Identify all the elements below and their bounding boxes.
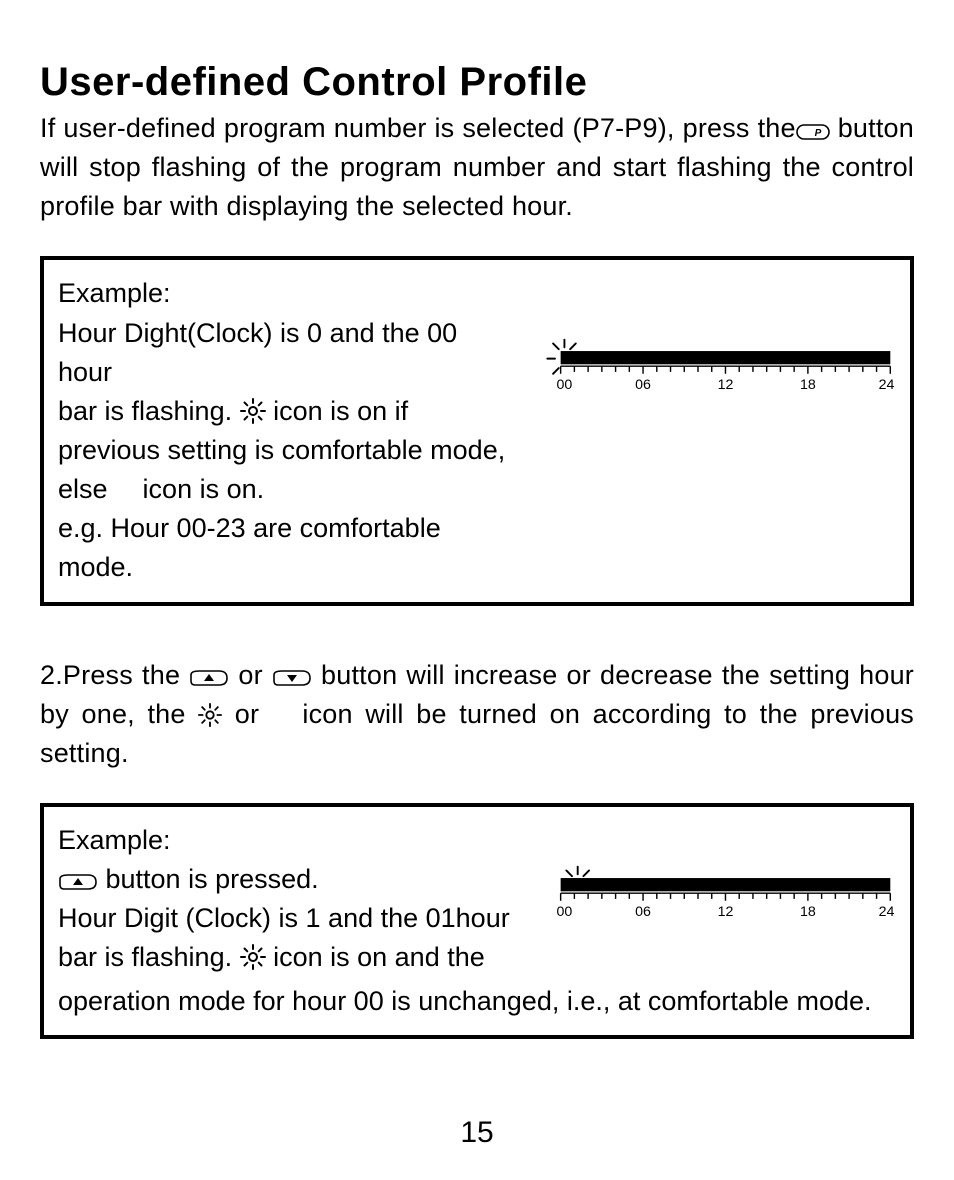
example-1-line1: Hour Dight(Clock) is 0 and the 00 hour <box>58 318 457 387</box>
sun-icon <box>198 703 222 727</box>
sun-icon <box>240 398 266 424</box>
p-button-icon: P <box>796 121 830 141</box>
example-1-label: Example: <box>58 278 171 308</box>
example-2-line1b: button is pressed. <box>98 864 319 894</box>
step2-d: or <box>222 699 272 729</box>
tick-label: 06 <box>635 904 651 920</box>
example-2-text: Example: button is pressed. Hour Digit (… <box>58 821 516 978</box>
example-2-line2: Hour Digit (Clock) is 1 and the 01hour <box>58 903 510 933</box>
tick-label: 12 <box>718 377 734 393</box>
example-1-line5: e.g. Hour 00-23 are comfortable mode. <box>58 513 441 582</box>
example-1-line3: previous setting is comfortable mode, <box>58 435 505 465</box>
tick-label: 06 <box>635 377 651 393</box>
step2-b: or <box>229 660 272 690</box>
tick-label: 00 <box>557 904 573 920</box>
intro-paragraph: If user-defined program number is select… <box>40 109 914 226</box>
tick-label: 18 <box>800 904 816 920</box>
svg-text:P: P <box>814 128 821 139</box>
example-1-line4b: icon is on. <box>135 474 264 504</box>
profile-bar <box>561 351 891 364</box>
example-2-line3a: bar is flashing. <box>58 942 240 972</box>
example-1-line4a: else <box>58 474 115 504</box>
tick-label: 18 <box>800 377 816 393</box>
example-1-line2b: icon is on if <box>266 396 409 426</box>
example-2-line3b: icon is on and the <box>266 942 485 972</box>
timeline-labels-1: 00 06 12 18 24 <box>557 377 895 393</box>
example-2-box: Example: button is pressed. Hour Digit (… <box>40 803 914 1039</box>
page-title: User-defined Control Profile <box>40 60 914 105</box>
tick-label: 12 <box>718 904 734 920</box>
up-button-icon <box>58 872 98 892</box>
sun-icon <box>240 944 266 970</box>
timeline-labels-2: 00 06 12 18 24 <box>557 904 895 920</box>
up-button-icon <box>189 668 229 688</box>
example-1-box: Example: Hour Dight(Clock) is 0 and the … <box>40 256 914 605</box>
timeline-diagram-2: 00 06 12 18 24 <box>536 861 896 927</box>
intro-text-a: If user-defined program number is select… <box>40 113 796 143</box>
moon-icon <box>272 705 290 727</box>
tick-label: 24 <box>879 377 895 393</box>
timeline-diagram-1: 00 06 12 18 24 <box>536 334 896 400</box>
example-1-line2a: bar is flashing. <box>58 396 240 426</box>
step-2-paragraph: 2.Press the or button will increase or d… <box>40 656 914 773</box>
example-2-label: Example: <box>58 825 171 855</box>
example-2-line4: operation mode for hour 00 is unchanged,… <box>58 982 896 1021</box>
flashing-hour-01-marks <box>566 867 589 876</box>
page-number: 15 <box>0 1116 954 1150</box>
down-button-icon <box>272 668 312 688</box>
step2-a: 2.Press the <box>40 660 189 690</box>
tick-label: 24 <box>879 904 895 920</box>
moon-icon <box>115 478 135 502</box>
profile-bar <box>561 878 891 891</box>
example-1-text: Example: Hour Dight(Clock) is 0 and the … <box>58 274 516 587</box>
tick-label: 00 <box>557 377 573 393</box>
timeline-ticks <box>561 893 891 901</box>
timeline-ticks <box>561 367 891 375</box>
